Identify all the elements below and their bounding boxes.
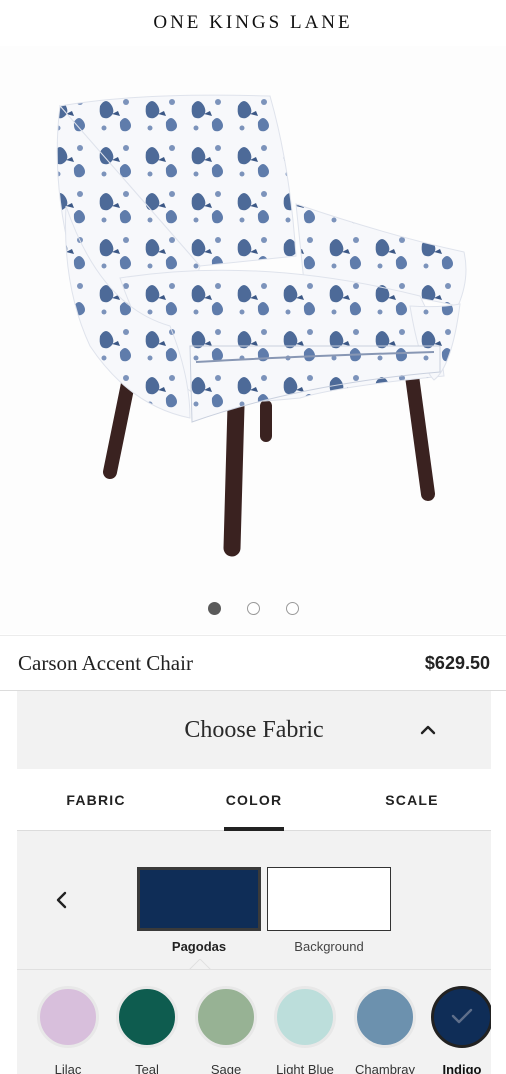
color-swatch — [116, 986, 178, 1048]
tab-color[interactable]: COLOR — [175, 769, 333, 831]
color-chip-light-blue[interactable]: Light Blue — [274, 986, 336, 1074]
layer-pagodas[interactable]: Pagodas — [137, 867, 261, 954]
color-chip-teal[interactable]: Teal — [116, 986, 178, 1074]
color-chip-indigo[interactable]: Indigo — [431, 986, 491, 1074]
layer-swatch — [267, 867, 391, 931]
product-price: $629.50 — [424, 652, 490, 673]
checkmark-icon — [451, 1008, 473, 1024]
layer-background[interactable]: Background — [267, 867, 391, 954]
brand-logo[interactable]: ONE KINGS LANE — [153, 12, 352, 34]
carousel-dot-1[interactable] — [207, 602, 221, 615]
carousel-dot-3[interactable] — [285, 602, 299, 615]
color-swatch — [274, 986, 336, 1048]
pattern-layers: Pagodas Background — [17, 831, 491, 970]
chevron-left-icon[interactable] — [51, 889, 73, 911]
carousel-dot-2[interactable] — [246, 602, 260, 615]
customizer-header[interactable]: Choose Fabric — [17, 691, 491, 769]
color-chip-sage[interactable]: Sage — [195, 986, 257, 1074]
product-name: Carson Accent Chair — [18, 650, 193, 675]
color-swatch — [195, 986, 257, 1048]
customizer-tabs: FABRIC COLOR SCALE — [17, 769, 491, 831]
brand-header: ONE KINGS LANE — [0, 0, 506, 46]
fabric-customizer: Choose Fabric FABRIC COLOR SCALE Pagodas… — [17, 691, 491, 1074]
color-swatch — [431, 986, 491, 1048]
carousel-dots — [0, 602, 506, 615]
product-info: Carson Accent Chair $629.50 — [0, 635, 506, 691]
color-chip-chambray[interactable]: Chambray — [354, 986, 416, 1074]
product-image[interactable] — [0, 46, 506, 634]
color-swatch — [354, 986, 416, 1048]
layer-label: Pagodas — [171, 939, 227, 954]
chevron-up-icon[interactable] — [417, 719, 439, 741]
layer-swatch — [137, 867, 261, 931]
layer-label: Background — [294, 939, 364, 954]
color-label: Indigo — [442, 1062, 482, 1074]
color-options: Lilac Teal Sage Light Blue Chambray Indi… — [17, 969, 491, 1074]
customizer-title: Choose Fabric — [184, 716, 324, 743]
accent-chair-photo — [56, 94, 467, 557]
tab-fabric[interactable]: FABRIC — [17, 769, 175, 830]
color-chip-lilac[interactable]: Lilac — [37, 986, 99, 1074]
tab-scale[interactable]: SCALE — [333, 769, 491, 830]
color-swatch — [37, 986, 99, 1048]
